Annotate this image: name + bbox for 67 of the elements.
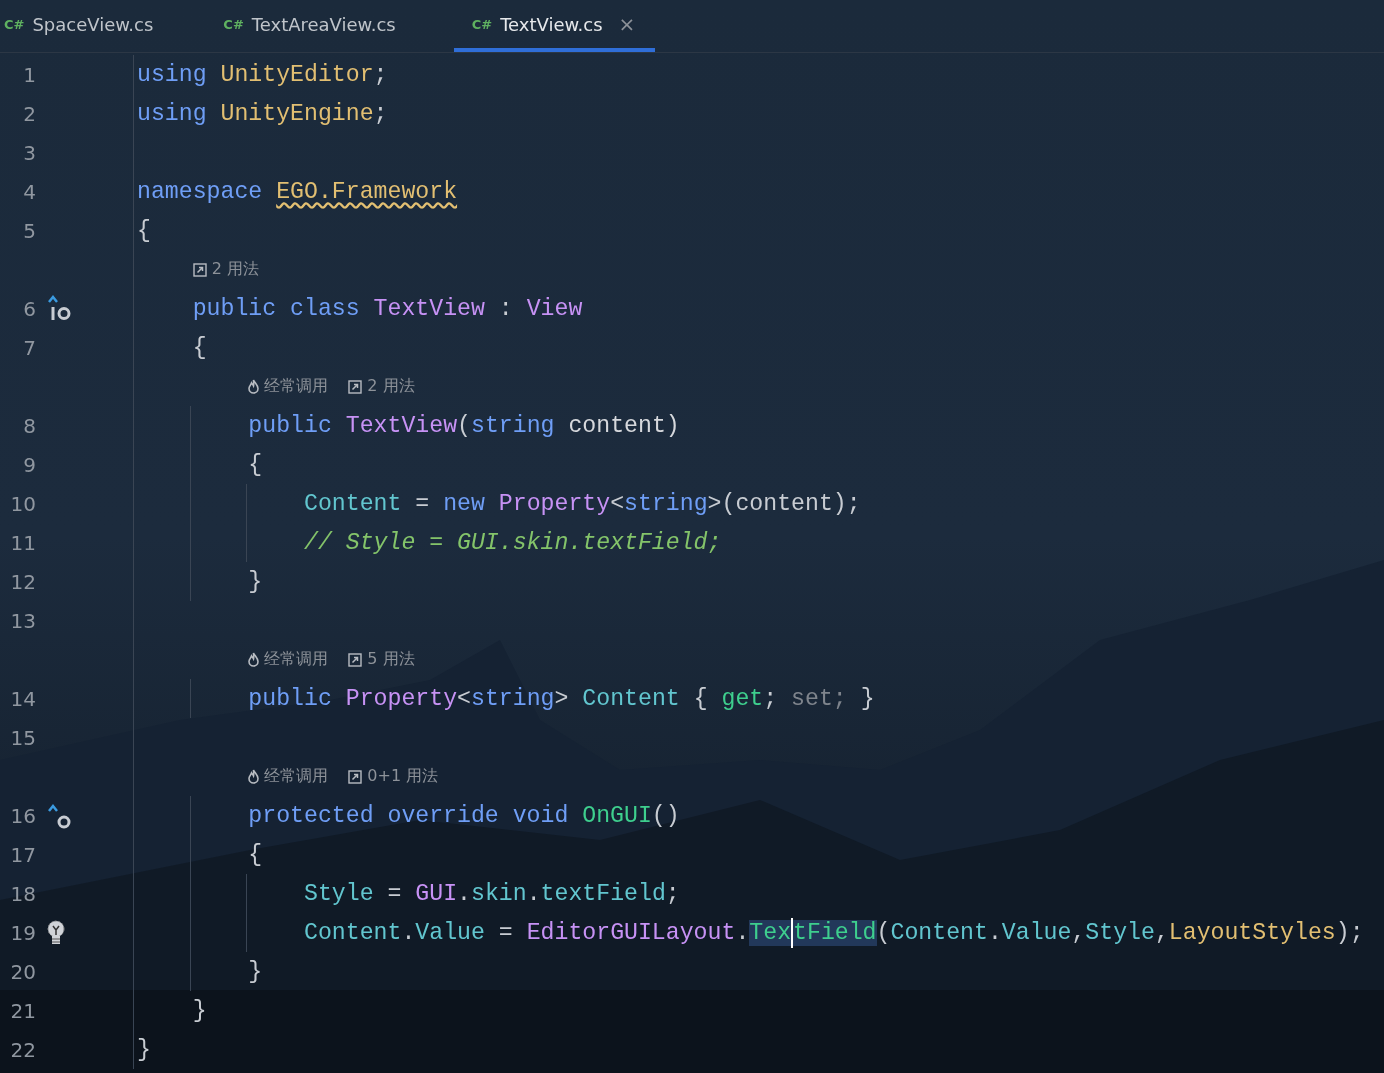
implemented-icon[interactable] bbox=[46, 294, 72, 323]
line-number: 19 bbox=[9, 920, 36, 945]
line-number: 10 bbox=[9, 491, 36, 516]
code-line: Style = GUI.skin.textField; bbox=[302, 880, 680, 907]
flame-icon bbox=[248, 652, 260, 667]
code-line: { bbox=[137, 217, 151, 244]
line-number: 8 bbox=[22, 413, 36, 438]
usages-icon bbox=[348, 769, 363, 784]
line-number: 22 bbox=[9, 1037, 36, 1062]
inlay-hint[interactable]: 经常调用 bbox=[264, 376, 329, 397]
csharp-file-icon: C# bbox=[4, 16, 25, 32]
inlay-hint[interactable]: 经常调用 bbox=[264, 649, 329, 670]
code-line: } bbox=[137, 1036, 151, 1063]
code-line: using UnityEditor; bbox=[137, 61, 388, 88]
file-tab[interactable]: C# TextView.cs × bbox=[453, 0, 656, 52]
code-line: } bbox=[247, 568, 263, 595]
tab-label: SpaceView.cs bbox=[32, 13, 154, 35]
code-line: { bbox=[247, 451, 263, 478]
code-line: // Style = GUI.skin.textField; bbox=[302, 529, 722, 556]
inlay-hint[interactable]: 0+1 用法 bbox=[367, 766, 439, 787]
line-number: 20 bbox=[9, 959, 36, 984]
line-number: 1 bbox=[22, 62, 36, 87]
lightbulb-icon[interactable] bbox=[46, 919, 66, 946]
line-number: 11 bbox=[9, 530, 36, 555]
close-icon[interactable]: × bbox=[618, 12, 636, 36]
line-number: 13 bbox=[9, 608, 36, 633]
line-number: 17 bbox=[9, 842, 36, 867]
code-line: { bbox=[191, 334, 207, 361]
code-line: Content.Value = EditorGUILayout.Tex tField(Content.Value,Style,LayoutStyles); bbox=[302, 917, 1364, 948]
line-number: 7 bbox=[22, 335, 36, 360]
inlay-hint[interactable]: 2 用法 bbox=[367, 376, 415, 397]
line-number: 21 bbox=[9, 998, 36, 1023]
inlay-hint[interactable]: 2 用法 bbox=[211, 259, 259, 280]
line-number: 4 bbox=[22, 179, 36, 204]
csharp-file-icon: C# bbox=[471, 16, 493, 32]
usages-icon bbox=[192, 262, 207, 277]
line-number: 5 bbox=[22, 218, 36, 243]
csharp-file-icon: C# bbox=[223, 16, 244, 32]
usages-icon bbox=[348, 652, 363, 667]
code-line: using UnityEngine; bbox=[137, 100, 388, 127]
usages-icon bbox=[348, 379, 363, 394]
tab-label: TextAreaView.cs bbox=[251, 13, 396, 35]
code-line: } bbox=[191, 997, 207, 1024]
code-line: Content = new Property<string>(content); bbox=[302, 490, 861, 517]
line-number: 2 bbox=[22, 101, 36, 126]
line-number: 15 bbox=[9, 725, 36, 750]
flame-icon bbox=[248, 379, 260, 394]
code-line: { bbox=[247, 841, 263, 868]
inlay-hint[interactable]: 5 用法 bbox=[367, 649, 415, 670]
code-line: } bbox=[247, 958, 263, 985]
code-line: public TextView(string content) bbox=[247, 412, 680, 439]
file-tab[interactable]: C# SpaceView.cs bbox=[0, 0, 166, 52]
inlay-hint[interactable]: 经常调用 bbox=[264, 766, 329, 787]
line-number: 9 bbox=[22, 452, 36, 477]
line-number: 12 bbox=[9, 569, 36, 594]
code-line: protected override void OnGUI() bbox=[247, 802, 680, 829]
code-line: public class TextView : View bbox=[191, 295, 583, 322]
line-number: 6 bbox=[22, 296, 36, 321]
file-tab[interactable]: C# TextAreaView.cs bbox=[219, 0, 408, 52]
code-line: public Property<string> Content { get; set; } bbox=[247, 685, 875, 712]
code-line: namespace EGO.Framework bbox=[137, 178, 458, 205]
tab-label: TextView.cs bbox=[500, 13, 603, 35]
line-number: 3 bbox=[22, 140, 36, 165]
line-number: 18 bbox=[9, 881, 36, 906]
line-number: 14 bbox=[9, 686, 36, 711]
line-number: 16 bbox=[9, 803, 36, 828]
flame-icon bbox=[248, 769, 260, 784]
